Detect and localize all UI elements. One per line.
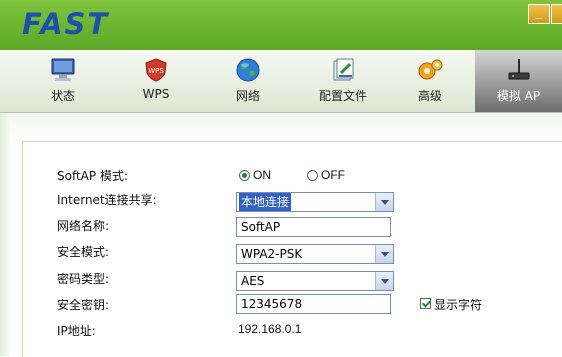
cipher-type-value: AES bbox=[241, 274, 265, 288]
chevron-down-icon[interactable] bbox=[375, 245, 393, 263]
tab-label: WPS bbox=[142, 87, 170, 101]
tab-wps[interactable]: WPS WPS bbox=[127, 54, 185, 110]
security-mode-value: WPA2-PSK bbox=[241, 247, 303, 261]
security-key-input[interactable]: 12345678 bbox=[236, 294, 391, 314]
tab-softap[interactable]: 模拟 AP bbox=[475, 50, 562, 112]
wps-icon: WPS bbox=[145, 58, 167, 82]
tab-network[interactable]: 网络 bbox=[218, 54, 278, 110]
panel-border bbox=[0, 113, 10, 356]
tab-profiles[interactable]: 配置文件 bbox=[308, 54, 378, 110]
softap-on-label[interactable]: ON bbox=[253, 168, 271, 182]
profile-icon bbox=[333, 58, 354, 81]
maximize-button[interactable] bbox=[551, 4, 562, 24]
softap-off-radio[interactable] bbox=[307, 170, 318, 181]
ip-address-label: IP地址: bbox=[57, 324, 96, 338]
tab-label: 网络 bbox=[235, 89, 260, 103]
softap-on-radio[interactable] bbox=[239, 170, 250, 181]
cipher-type-label: 密码类型: bbox=[57, 272, 110, 286]
cipher-type-select[interactable]: AES bbox=[236, 271, 394, 291]
softap-mode-label: SoftAP 模式: bbox=[57, 169, 128, 183]
router-icon bbox=[508, 59, 529, 80]
ssid-input[interactable]: SoftAP bbox=[236, 217, 391, 237]
gears-icon bbox=[418, 59, 443, 80]
show-chars-checkbox[interactable] bbox=[420, 298, 431, 309]
tab-label: 状态 bbox=[50, 89, 75, 103]
minimize-button[interactable]: _ bbox=[528, 4, 550, 24]
chevron-down-icon[interactable] bbox=[375, 272, 393, 290]
svg-text:WPS: WPS bbox=[148, 67, 164, 75]
security-key-label: 安全密钥: bbox=[57, 298, 110, 312]
internet-share-value: 本地连接 bbox=[239, 193, 292, 211]
security-mode-select[interactable]: WPA2-PSK bbox=[236, 244, 394, 264]
ssid-label: 网络名称: bbox=[57, 219, 110, 233]
softap-off-label[interactable]: OFF bbox=[321, 168, 345, 182]
internet-share-label: Internet连接共享: bbox=[57, 193, 157, 207]
ip-address-value: 192.168.0.1 bbox=[238, 322, 302, 336]
tab-label: 模拟 AP bbox=[496, 89, 541, 103]
monitor-icon bbox=[51, 58, 75, 81]
tab-status[interactable]: 状态 bbox=[35, 54, 91, 110]
tab-label: 配置文件 bbox=[318, 89, 367, 103]
app-logo: FAST bbox=[22, 7, 110, 41]
tab-label: 高级 bbox=[417, 89, 442, 103]
show-chars-label[interactable]: 显示字符 bbox=[434, 296, 482, 313]
title-bar: FAST _ bbox=[0, 0, 562, 50]
security-mode-label: 安全模式: bbox=[57, 245, 110, 259]
globe-icon bbox=[236, 58, 260, 82]
chevron-down-icon[interactable] bbox=[375, 193, 393, 211]
tab-advanced[interactable]: 高级 bbox=[404, 54, 456, 110]
internet-share-select[interactable]: 本地连接 bbox=[236, 192, 394, 212]
